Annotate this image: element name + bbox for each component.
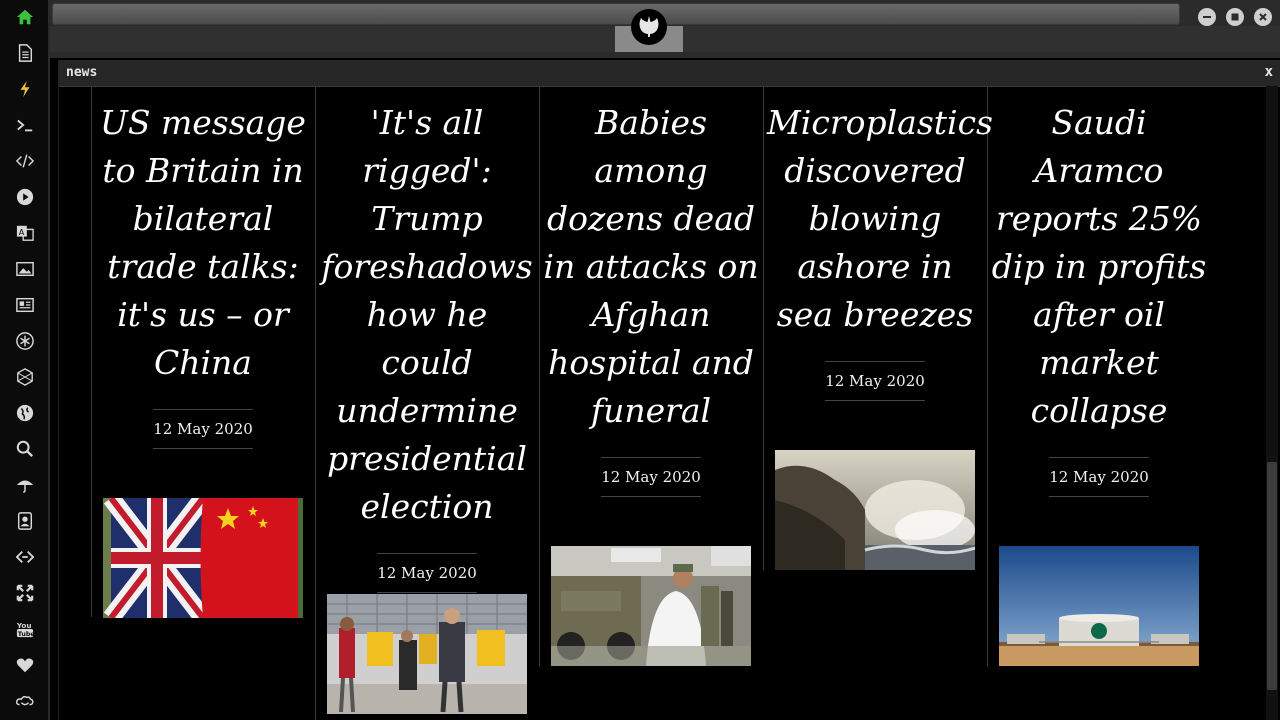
article-image-sea-spray-coast[interactable] bbox=[775, 450, 975, 570]
article-date: 12 May 2020 bbox=[153, 409, 253, 449]
column-divider bbox=[539, 87, 540, 667]
heart-icon[interactable] bbox=[14, 654, 36, 676]
article-date: 12 May 2020 bbox=[601, 457, 701, 497]
article-headline[interactable]: 'It's all rigged': Trump foreshadows how… bbox=[319, 99, 535, 531]
column-divider bbox=[763, 87, 764, 570]
svg-text:You: You bbox=[16, 621, 32, 630]
sidebar-divider bbox=[48, 0, 50, 720]
terminal-icon[interactable] bbox=[14, 114, 36, 136]
search-icon[interactable] bbox=[14, 438, 36, 460]
maximize-button[interactable] bbox=[1226, 8, 1244, 26]
article-card[interactable]: Saudi Aramco reports 25% dip in profits … bbox=[991, 99, 1207, 497]
close-window-button[interactable] bbox=[1254, 8, 1272, 26]
article-card[interactable]: Babies among dozens dead in attacks on A… bbox=[543, 99, 759, 497]
dev-icon[interactable] bbox=[14, 546, 36, 568]
column-divider bbox=[315, 87, 316, 720]
contact-card-icon[interactable] bbox=[14, 510, 36, 532]
hexagon-icon[interactable] bbox=[14, 366, 36, 388]
svg-text:Tube: Tube bbox=[18, 631, 34, 638]
article-card[interactable]: 'It's all rigged': Trump foreshadows how… bbox=[319, 99, 535, 593]
news-panel-header: news x bbox=[59, 60, 1280, 87]
article-card[interactable]: US message to Britain in bilateral trade… bbox=[95, 99, 311, 449]
app-sidebar: A You Tube bbox=[0, 0, 48, 720]
rebel-alliance-logo-icon[interactable] bbox=[631, 9, 667, 45]
lightning-icon[interactable] bbox=[14, 78, 36, 100]
article-date: 12 May 2020 bbox=[377, 553, 477, 593]
newspaper-icon[interactable] bbox=[14, 294, 36, 316]
article-headline[interactable]: Saudi Aramco reports 25% dip in profits … bbox=[991, 99, 1207, 435]
home-icon[interactable] bbox=[14, 6, 36, 28]
article-image-uk-china-flags[interactable] bbox=[103, 498, 303, 618]
document-icon[interactable] bbox=[14, 42, 36, 64]
address-bar[interactable] bbox=[52, 3, 1180, 25]
image-icon[interactable] bbox=[14, 258, 36, 280]
article-headline[interactable]: Microplastics discovered blowing ashore … bbox=[767, 99, 993, 339]
code-icon[interactable] bbox=[14, 150, 36, 172]
article-image-kabul-hospital-evacuation[interactable] bbox=[551, 546, 751, 666]
column-divider bbox=[987, 87, 988, 667]
umbrella-icon[interactable] bbox=[14, 474, 36, 496]
play-icon[interactable] bbox=[14, 186, 36, 208]
article-headline[interactable]: US message to Britain in bilateral trade… bbox=[95, 99, 311, 387]
asterisk-icon[interactable] bbox=[14, 330, 36, 352]
article-date: 12 May 2020 bbox=[1049, 457, 1149, 497]
article-image-aramco-oil-tanks[interactable] bbox=[999, 546, 1199, 666]
scrollbar-thumb[interactable] bbox=[1267, 462, 1277, 690]
article-headline[interactable]: Babies among dozens dead in attacks on A… bbox=[543, 99, 759, 435]
minimize-button[interactable] bbox=[1198, 8, 1216, 26]
translate-icon[interactable]: A bbox=[14, 222, 36, 244]
cloud-link-icon[interactable] bbox=[14, 690, 36, 712]
article-card[interactable]: Microplastics discovered blowing ashore … bbox=[767, 99, 993, 401]
article-date: 12 May 2020 bbox=[825, 361, 925, 401]
article-image-voting-booths[interactable] bbox=[327, 594, 527, 714]
news-panel: news x US message to Britain in bilatera… bbox=[58, 60, 1280, 720]
svg-text:A: A bbox=[19, 227, 25, 237]
top-bar bbox=[50, 0, 1280, 58]
expand-icon[interactable] bbox=[14, 582, 36, 604]
panel-close-button[interactable]: x bbox=[1265, 64, 1273, 80]
panel-title: news bbox=[66, 65, 98, 80]
youtube-icon[interactable]: You Tube bbox=[14, 618, 36, 640]
globe-icon[interactable] bbox=[14, 402, 36, 424]
column-divider bbox=[91, 87, 92, 617]
